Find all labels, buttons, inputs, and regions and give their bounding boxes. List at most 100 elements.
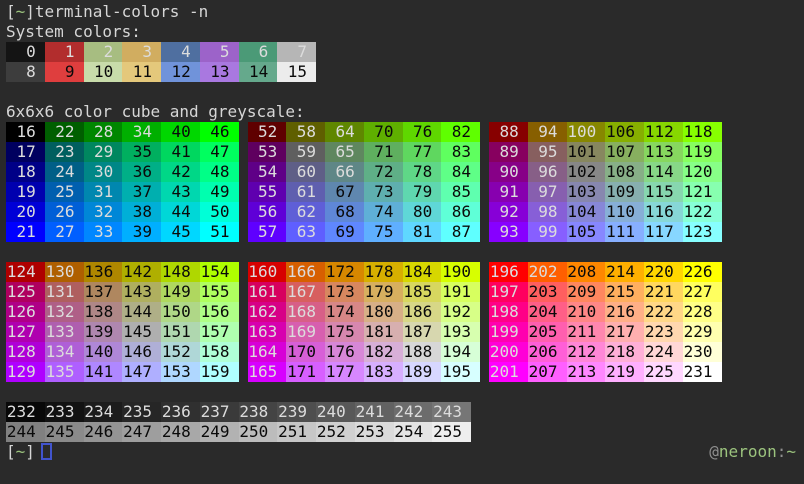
color-cell-212: 212 [567, 342, 606, 362]
color-cell-14: 14 [239, 62, 278, 82]
cube-row: 8894100106112118 [489, 122, 722, 142]
color-cell-53: 53 [248, 142, 287, 162]
command-line: [~]terminal-colors -n [6, 2, 804, 22]
cube-row: 9298104110116122 [489, 202, 722, 222]
color-cell-144: 144 [122, 302, 161, 322]
cube-row: 576369758187 [248, 222, 481, 242]
color-cell-185: 185 [403, 282, 442, 302]
color-cell-229: 229 [683, 322, 722, 342]
status-segment: ~ [786, 442, 796, 461]
color-cell-72: 72 [364, 162, 403, 182]
color-cell-36: 36 [122, 162, 161, 182]
color-cell-163: 163 [248, 322, 287, 342]
color-cell-84: 84 [441, 162, 480, 182]
cube-row: 172329354147 [6, 142, 239, 162]
color-cell-223: 223 [644, 322, 683, 342]
color-cell-208: 208 [567, 262, 606, 282]
color-cell-183: 183 [364, 362, 403, 382]
color-cell-91: 91 [489, 182, 528, 202]
color-cell-44: 44 [161, 202, 200, 222]
greyscale-row: 244245246247248249250251252253254255 [6, 422, 804, 442]
color-cell-121: 121 [683, 182, 722, 202]
color-cell-147: 147 [122, 362, 161, 382]
color-cell-213: 213 [567, 362, 606, 382]
color-cell-191: 191 [441, 282, 480, 302]
color-cell-39: 39 [122, 222, 161, 242]
color-cell-43: 43 [161, 182, 200, 202]
color-cell-141: 141 [84, 362, 123, 382]
color-cell-105: 105 [567, 222, 606, 242]
color-cell-174: 174 [325, 302, 364, 322]
color-cell-236: 236 [161, 402, 200, 422]
color-cell-10: 10 [84, 62, 123, 82]
cube-row: 8995101107113119 [489, 142, 722, 162]
color-cell-158: 158 [200, 342, 239, 362]
color-cell-69: 69 [325, 222, 364, 242]
color-cell-218: 218 [605, 342, 644, 362]
color-cell-184: 184 [403, 262, 442, 282]
system-colors-grid: 01234567 89101112131415 [6, 42, 804, 82]
color-cell-74: 74 [364, 202, 403, 222]
terminal-cursor[interactable] [41, 443, 52, 460]
color-cell-49: 49 [200, 182, 239, 202]
color-cell-172: 172 [325, 262, 364, 282]
color-cell-114: 114 [644, 162, 683, 182]
cube-row: 160166172178184190 [248, 262, 481, 282]
color-cell-177: 177 [325, 362, 364, 382]
cube-row: 161167173179185191 [248, 282, 481, 302]
color-cell-29: 29 [84, 142, 123, 162]
color-cell-65: 65 [325, 142, 364, 162]
prompt-bracket-open: [ [6, 2, 16, 21]
color-cell-186: 186 [403, 302, 442, 322]
color-cell-46: 46 [200, 122, 239, 142]
color-cell-139: 139 [84, 322, 123, 342]
color-cell-58: 58 [286, 122, 325, 142]
prompt-bracket-close: ] [25, 442, 35, 461]
color-cell-255: 255 [432, 422, 471, 442]
color-cell-182: 182 [364, 342, 403, 362]
color-cell-78: 78 [403, 162, 442, 182]
cube-row: 162168174180186192 [248, 302, 481, 322]
color-cell-161: 161 [248, 282, 287, 302]
color-cell-97: 97 [528, 182, 567, 202]
color-cell-217: 217 [605, 322, 644, 342]
color-cell-42: 42 [161, 162, 200, 182]
color-cell-66: 66 [325, 162, 364, 182]
system-colors-row: 89101112131415 [6, 62, 804, 82]
color-cell-57: 57 [248, 222, 287, 242]
color-cell-102: 102 [567, 162, 606, 182]
color-cell-37: 37 [122, 182, 161, 202]
color-cell-55: 55 [248, 182, 287, 202]
status-segment: : [777, 442, 787, 461]
color-cell-133: 133 [45, 322, 84, 342]
color-cell-123: 123 [683, 222, 722, 242]
color-cell-108: 108 [605, 162, 644, 182]
color-cell-17: 17 [6, 142, 45, 162]
system-colors-header: System colors: [6, 22, 804, 42]
color-cell-92: 92 [489, 202, 528, 222]
color-cell-173: 173 [325, 282, 364, 302]
cube-row: 124130136142148154 [6, 262, 239, 282]
color-cell-192: 192 [441, 302, 480, 322]
color-cell-50: 50 [200, 202, 239, 222]
color-cell-156: 156 [200, 302, 239, 322]
color-cell-90: 90 [489, 162, 528, 182]
color-cell-178: 178 [364, 262, 403, 282]
color-cell-234: 234 [84, 402, 123, 422]
color-cell-130: 130 [45, 262, 84, 282]
command-text: terminal-colors -n [35, 2, 208, 21]
color-cell-28: 28 [84, 122, 123, 142]
color-cell-181: 181 [364, 322, 403, 342]
color-cell-110: 110 [605, 202, 644, 222]
prompt-home-dir: ~ [16, 442, 26, 461]
terminal-screen[interactable]: [~]terminal-colors -n System colors: 012… [0, 0, 804, 484]
color-cell-76: 76 [403, 122, 442, 142]
color-cell-16: 16 [6, 122, 45, 142]
color-cell-128: 128 [6, 342, 45, 362]
cube-row: 163169175181187193 [248, 322, 481, 342]
color-cell-207: 207 [528, 362, 567, 382]
color-cell-68: 68 [325, 202, 364, 222]
color-cell-219: 219 [605, 362, 644, 382]
color-cell-247: 247 [122, 422, 161, 442]
color-cell-143: 143 [122, 282, 161, 302]
